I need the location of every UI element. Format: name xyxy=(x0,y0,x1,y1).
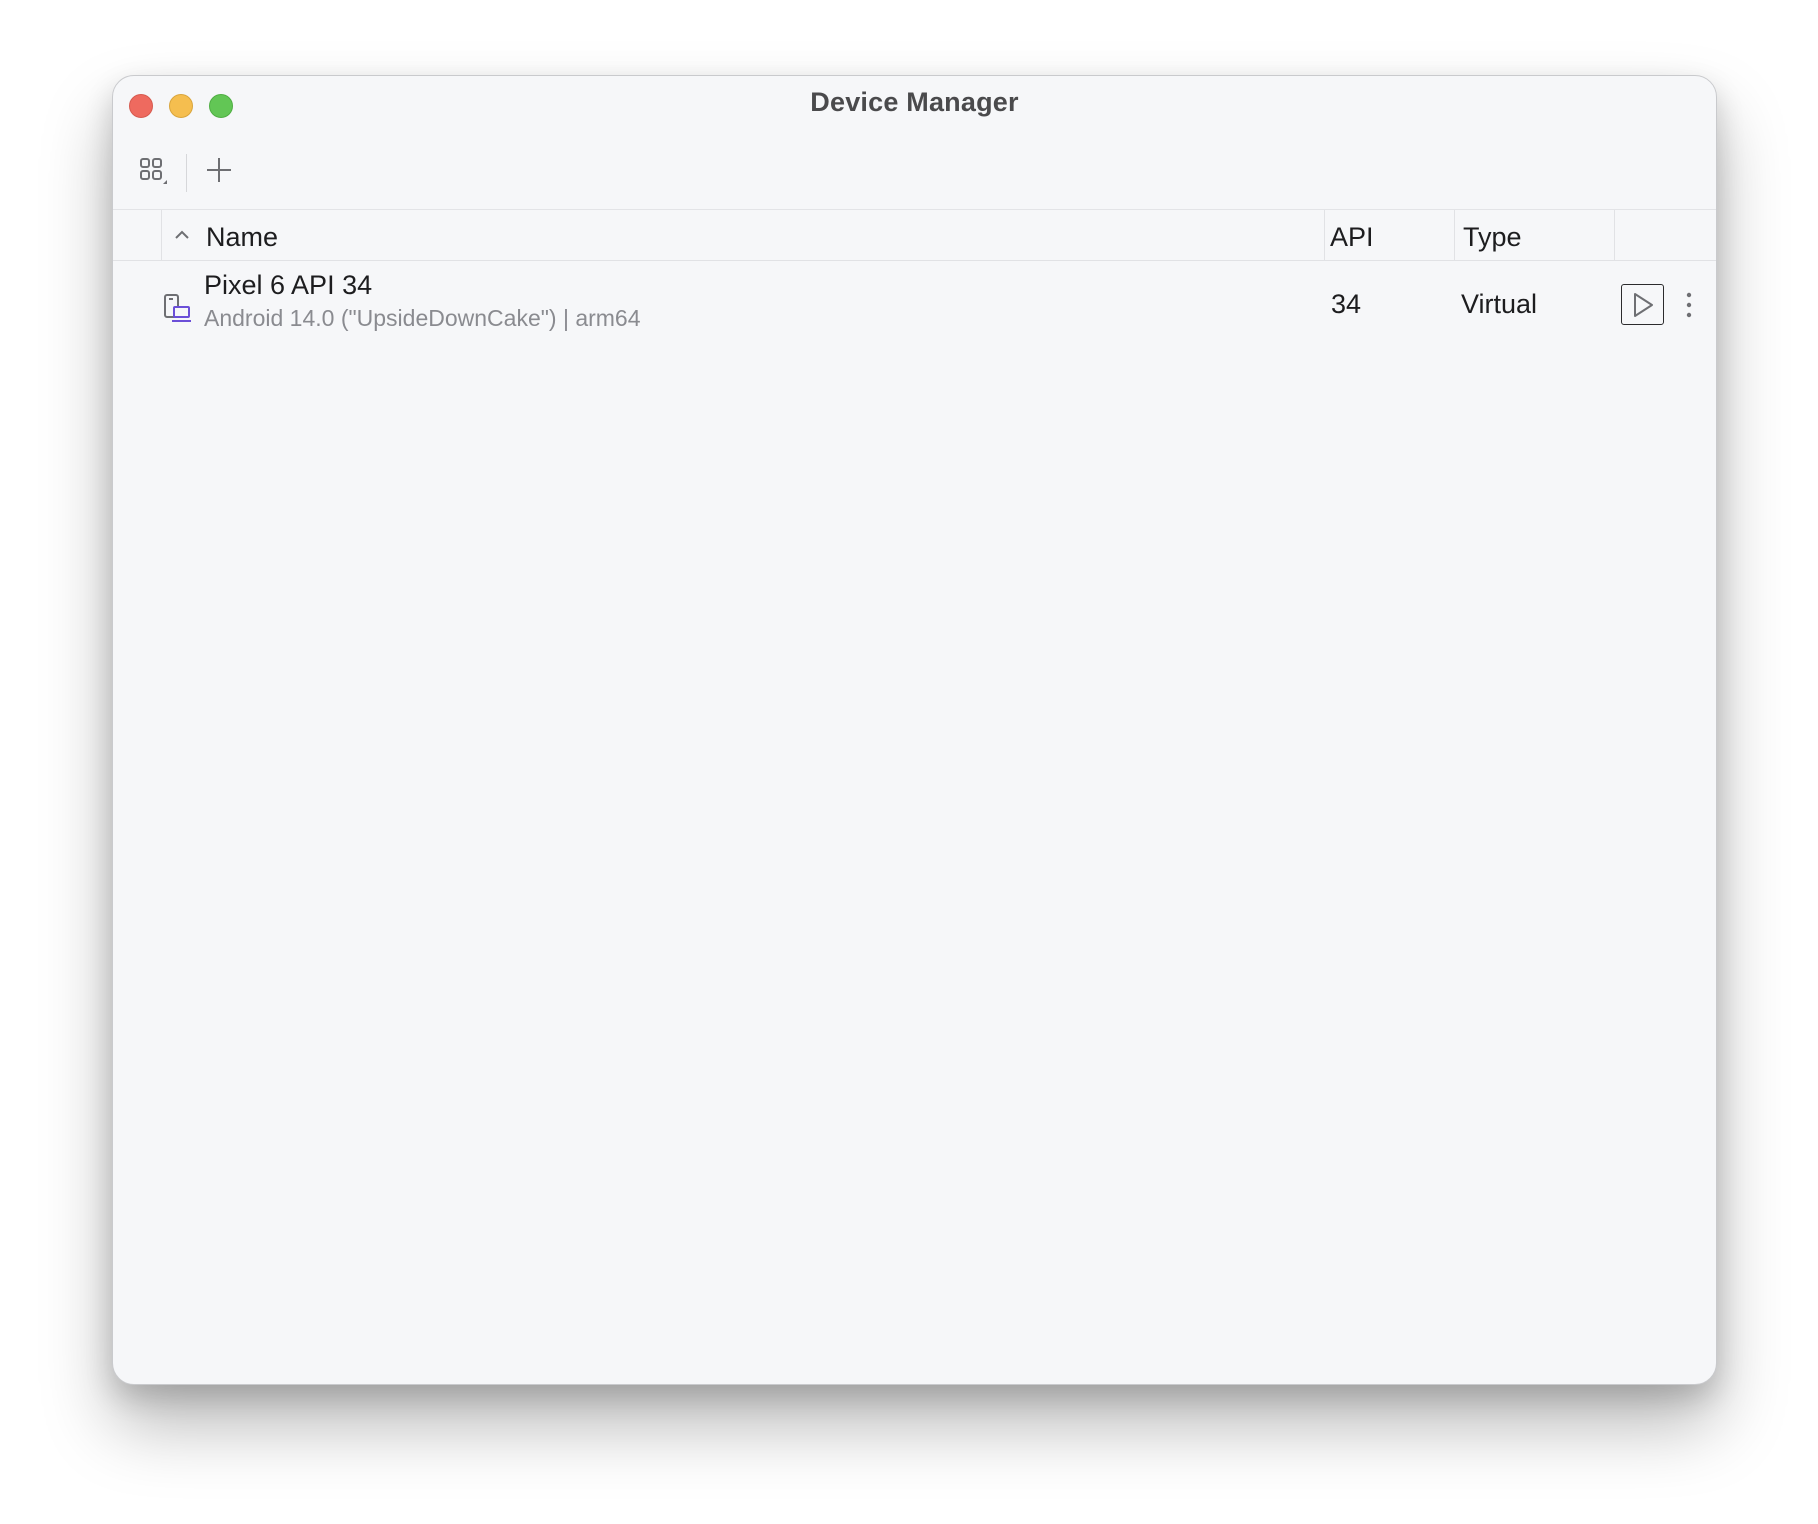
sort-ascending-icon[interactable] xyxy=(171,224,193,246)
virtual-device-icon xyxy=(164,294,191,322)
view-options-button[interactable] xyxy=(131,148,175,192)
toolbar-separator xyxy=(186,154,187,192)
table-header: Name API Type xyxy=(113,210,1716,261)
device-name: Pixel 6 API 34 xyxy=(204,270,373,300)
column-header-api[interactable]: API xyxy=(1330,222,1374,253)
device-manager-window: Device Manager Name API Type Pixel 6 API… xyxy=(112,75,1717,1385)
launch-device-button[interactable] xyxy=(1621,284,1664,325)
grid-view-icon xyxy=(140,158,167,184)
column-header-name[interactable]: Name xyxy=(206,222,278,253)
more-actions-button[interactable] xyxy=(1679,287,1699,323)
device-type: Virtual xyxy=(1461,289,1538,319)
run-icon xyxy=(1633,292,1653,317)
column-divider[interactable] xyxy=(1614,210,1615,260)
table-row[interactable]: Pixel 6 API 34 Android 14.0 ("UpsideDown… xyxy=(113,261,1716,347)
column-header-type[interactable]: Type xyxy=(1463,222,1522,253)
column-divider[interactable] xyxy=(1324,210,1325,260)
window-title: Device Manager xyxy=(810,87,1019,117)
toolbar xyxy=(113,132,1716,210)
title-bar[interactable]: Device Manager xyxy=(113,76,1716,132)
column-divider[interactable] xyxy=(161,210,162,260)
add-device-button[interactable] xyxy=(197,148,241,192)
column-divider[interactable] xyxy=(1454,210,1455,260)
plus-icon xyxy=(207,158,231,182)
device-details: Android 14.0 ("UpsideDownCake") | arm64 xyxy=(204,305,641,331)
device-api-level: 34 xyxy=(1331,289,1362,319)
more-vertical-icon xyxy=(1686,292,1692,318)
